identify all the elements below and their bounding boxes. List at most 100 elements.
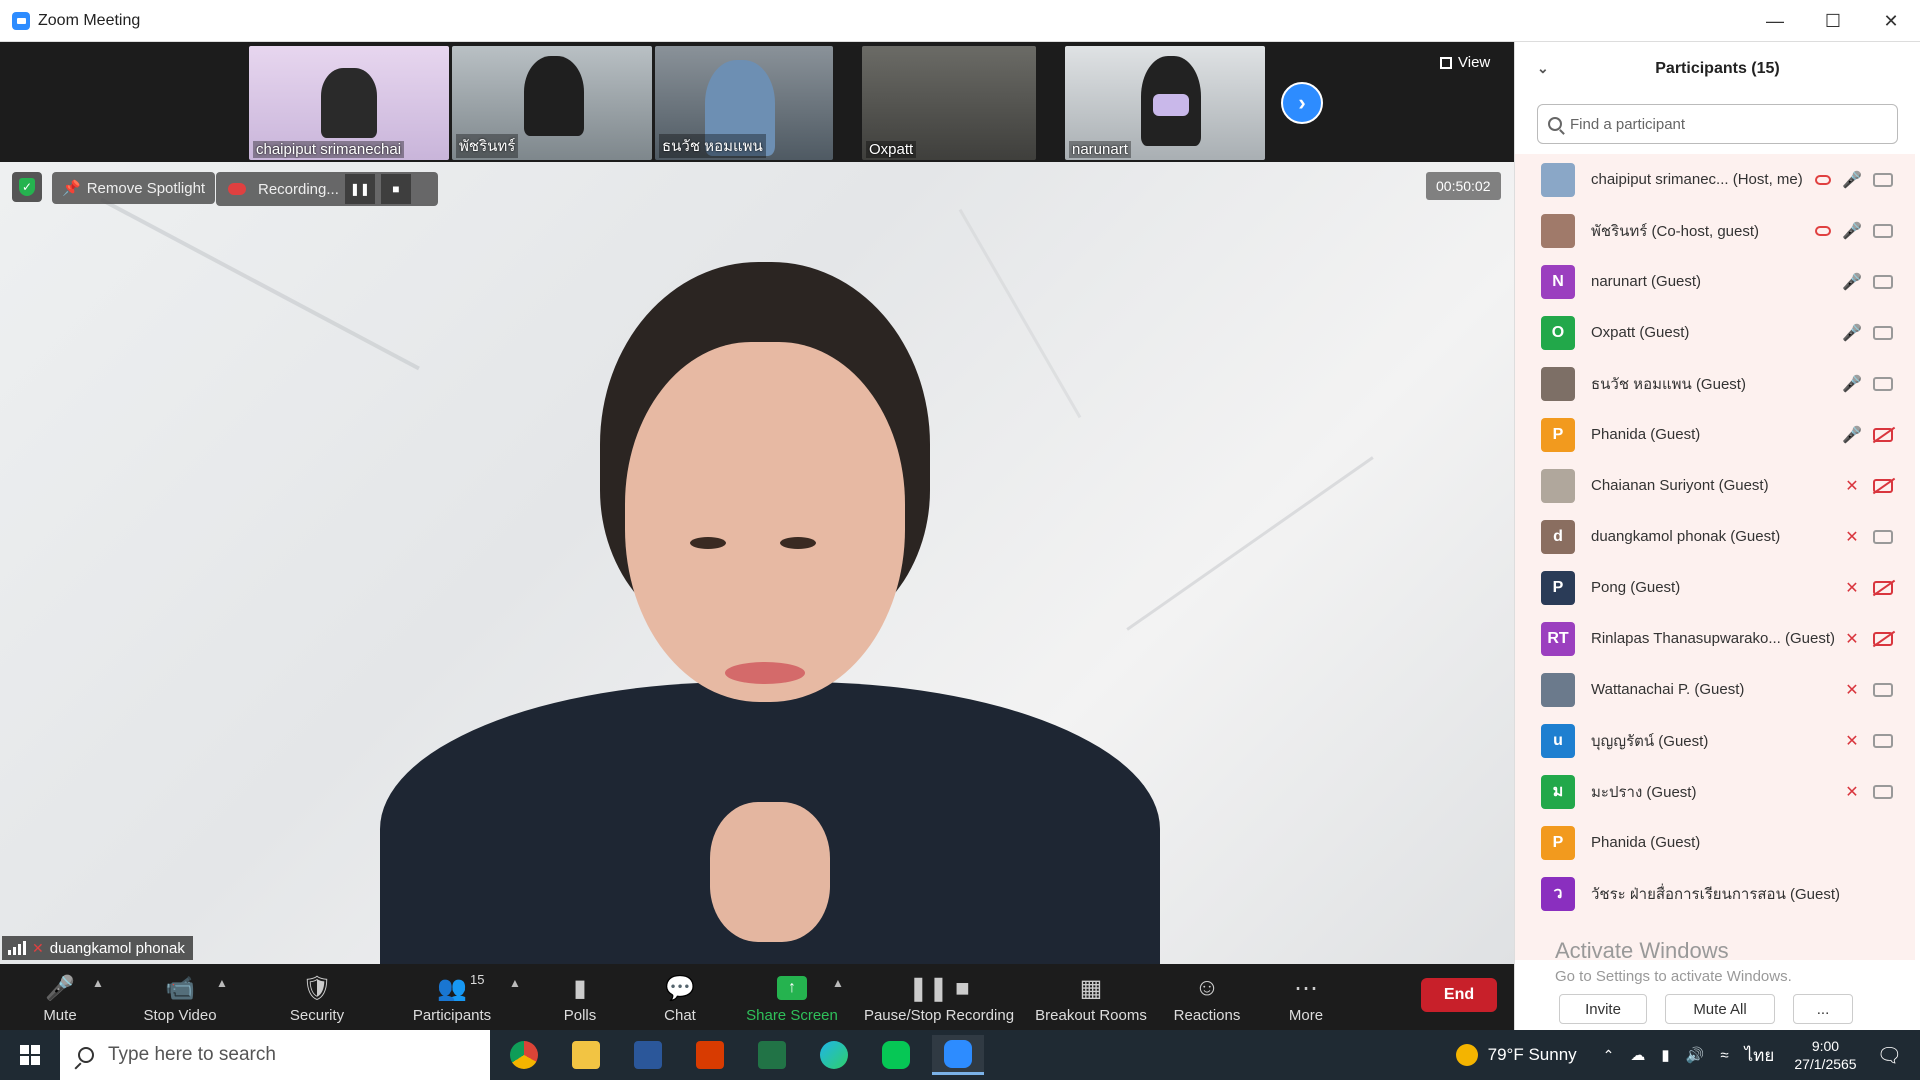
share-screen-button[interactable]: ↑ Share Screen bbox=[745, 968, 839, 1028]
participant-row[interactable]: Wattanachai P. (Guest) ✕ bbox=[1515, 664, 1915, 715]
microphone-icon[interactable]: 🎤 bbox=[1842, 424, 1862, 446]
participant-row[interactable]: พัชรินทร์ (Co-host, guest) 🎤 bbox=[1515, 205, 1915, 256]
chrome-icon[interactable] bbox=[498, 1035, 550, 1075]
participant-name: Phanida (Guest) bbox=[1591, 426, 1701, 443]
start-button[interactable] bbox=[0, 1030, 60, 1080]
participant-row[interactable]: P Pong (Guest) ✕ bbox=[1515, 562, 1915, 613]
mic-muted-icon[interactable]: ✕ bbox=[1845, 526, 1859, 548]
activate-title: Activate Windows bbox=[1555, 938, 1729, 963]
excel-icon[interactable] bbox=[746, 1035, 798, 1075]
stop-video-button[interactable]: 📹 Stop Video bbox=[135, 968, 225, 1028]
participant-search-input[interactable] bbox=[1570, 115, 1870, 133]
close-icon[interactable]: ✕ bbox=[1862, 0, 1920, 42]
audio-options-caret[interactable]: ▲ bbox=[92, 976, 104, 990]
encryption-shield-icon[interactable]: ✓ bbox=[12, 172, 42, 202]
more-button[interactable]: ⋯ More bbox=[1286, 968, 1326, 1028]
thumbnail-video[interactable]: narunart bbox=[1065, 46, 1265, 160]
mic-muted-icon[interactable]: ✕ bbox=[1845, 577, 1859, 599]
video-camera-icon[interactable] bbox=[1873, 274, 1893, 289]
taskbar-search[interactable]: Type here to search bbox=[60, 1030, 490, 1080]
maximize-icon[interactable]: ☐ bbox=[1804, 0, 1862, 42]
thumbnail-video[interactable]: ธนวัช หอมแพน bbox=[655, 46, 833, 160]
battery-icon[interactable]: ▮ bbox=[1661, 1046, 1669, 1064]
participant-row[interactable]: O Oxpatt (Guest) 🎤 bbox=[1515, 307, 1915, 358]
participant-row[interactable]: ว วัชระ ฝ่ายสื่อการเรียนการสอน (Guest) bbox=[1515, 868, 1915, 919]
wifi-icon[interactable]: ≈ bbox=[1720, 1047, 1728, 1064]
microphone-icon[interactable]: 🎤 bbox=[1842, 322, 1862, 344]
chat-button[interactable]: 💬 Chat bbox=[660, 968, 700, 1028]
edge-icon[interactable] bbox=[808, 1035, 860, 1075]
more-options-button[interactable]: ... bbox=[1793, 994, 1853, 1024]
search-icon bbox=[78, 1047, 94, 1063]
polls-button[interactable]: ▮ Polls bbox=[560, 968, 600, 1028]
file-explorer-icon[interactable] bbox=[560, 1035, 612, 1075]
zoom-taskbar-icon[interactable] bbox=[932, 1035, 984, 1075]
breakout-rooms-button[interactable]: ▦ Breakout Rooms bbox=[1034, 968, 1148, 1028]
end-meeting-button[interactable]: End bbox=[1421, 978, 1497, 1012]
participant-row[interactable]: u บุญญรัตน์ (Guest) ✕ bbox=[1515, 715, 1915, 766]
speaker-icon[interactable]: 🔊 bbox=[1686, 1046, 1705, 1064]
participant-name: มะปราง (Guest) bbox=[1591, 783, 1697, 801]
video-camera-icon[interactable] bbox=[1873, 784, 1893, 799]
participant-row[interactable]: RT Rinlapas Thanasupwarako... (Guest) ✕ bbox=[1515, 613, 1915, 664]
video-off-icon[interactable] bbox=[1873, 580, 1893, 595]
notifications-icon[interactable]: 🗨 bbox=[1877, 1043, 1902, 1068]
participant-row[interactable]: d duangkamol phonak (Guest) ✕ bbox=[1515, 511, 1915, 562]
mic-muted-icon[interactable]: ✕ bbox=[1845, 730, 1859, 752]
avatar: RT bbox=[1541, 621, 1575, 656]
share-options-caret[interactable]: ▲ bbox=[832, 976, 844, 990]
microphone-icon[interactable]: 🎤 bbox=[1842, 373, 1862, 395]
thumbnail-video[interactable]: chaipiput srimanechai bbox=[249, 46, 449, 160]
minimize-icon[interactable]: — bbox=[1746, 0, 1804, 42]
participant-row[interactable]: Nnarunart (Guest) 🎤 bbox=[1515, 256, 1915, 307]
pause-stop-recording-button[interactable]: ❚❚ ■ Pause/Stop Recording bbox=[862, 968, 1016, 1028]
video-off-icon[interactable] bbox=[1873, 631, 1893, 646]
security-button[interactable]: 🛡 Security bbox=[286, 968, 348, 1028]
video-camera-icon[interactable] bbox=[1873, 223, 1893, 238]
participants-options-caret[interactable]: ▲ bbox=[509, 976, 521, 990]
participant-row[interactable]: Chaianan Suriyont (Guest) ✕ bbox=[1515, 460, 1915, 511]
microphone-icon[interactable]: 🎤 bbox=[1842, 169, 1862, 191]
microphone-icon[interactable]: 🎤 bbox=[1842, 271, 1862, 293]
weather-label[interactable]: 79°F Sunny bbox=[1488, 1045, 1577, 1065]
line-icon[interactable] bbox=[870, 1035, 922, 1075]
video-camera-icon[interactable] bbox=[1873, 325, 1893, 340]
video-camera-icon[interactable] bbox=[1873, 529, 1893, 544]
remove-spotlight-button[interactable]: 📌 Remove Spotlight bbox=[52, 172, 216, 204]
view-button[interactable]: View bbox=[1440, 54, 1490, 71]
invite-button[interactable]: Invite bbox=[1559, 994, 1647, 1024]
language-indicator[interactable]: ไทย bbox=[1745, 1042, 1775, 1069]
mic-muted-icon[interactable]: ✕ bbox=[1845, 628, 1859, 650]
participant-row[interactable]: ธนวัช หอมแพน (Guest) 🎤 bbox=[1515, 358, 1915, 409]
video-camera-icon[interactable] bbox=[1873, 733, 1893, 748]
microphone-icon[interactable]: 🎤 bbox=[1842, 220, 1862, 242]
video-off-icon[interactable] bbox=[1873, 478, 1893, 493]
network-icon[interactable]: ☁ bbox=[1630, 1046, 1645, 1064]
next-page-button[interactable]: › bbox=[1281, 82, 1323, 124]
thumbnail-video[interactable]: Oxpatt bbox=[862, 46, 1036, 160]
stop-recording-button[interactable]: ■ bbox=[380, 174, 411, 204]
participant-row[interactable]: ม มะปราง (Guest) ✕ bbox=[1515, 766, 1915, 817]
participant-row[interactable]: P Phanida (Guest) bbox=[1515, 817, 1915, 868]
mute-button[interactable]: 🎤 Mute bbox=[38, 968, 82, 1028]
mic-muted-icon[interactable]: ✕ bbox=[1845, 475, 1859, 497]
participant-row[interactable]: P Phanida (Guest) 🎤 bbox=[1515, 409, 1915, 460]
video-options-caret[interactable]: ▲ bbox=[216, 976, 228, 990]
video-camera-icon[interactable] bbox=[1873, 682, 1893, 697]
office-icon[interactable] bbox=[684, 1035, 736, 1075]
reactions-button[interactable]: ☺ Reactions bbox=[1172, 968, 1242, 1028]
thumbnail-video[interactable]: พัชรินทร์ bbox=[452, 46, 652, 160]
video-camera-icon[interactable] bbox=[1873, 376, 1893, 391]
mic-muted-icon[interactable]: ✕ bbox=[1845, 781, 1859, 803]
participant-row[interactable]: chaipiput srimanec... (Host, me) 🎤 bbox=[1515, 154, 1915, 205]
mute-all-button[interactable]: Mute All bbox=[1665, 994, 1775, 1024]
chevron-down-icon[interactable]: ⌄ bbox=[1537, 60, 1549, 77]
pause-recording-button[interactable]: ❚❚ bbox=[344, 174, 375, 204]
mic-muted-icon[interactable]: ✕ bbox=[1845, 679, 1859, 701]
taskbar-clock[interactable]: 9:00 27/1/2565 bbox=[1794, 1037, 1856, 1073]
main-video[interactable]: ✓ 📌 Remove Spotlight Recording... ❚❚ ■ 0… bbox=[0, 162, 1514, 964]
word-icon[interactable] bbox=[622, 1035, 674, 1075]
video-off-icon[interactable] bbox=[1873, 427, 1893, 442]
chevron-up-icon[interactable]: ⌃ bbox=[1603, 1047, 1615, 1064]
video-camera-icon[interactable] bbox=[1873, 172, 1893, 187]
